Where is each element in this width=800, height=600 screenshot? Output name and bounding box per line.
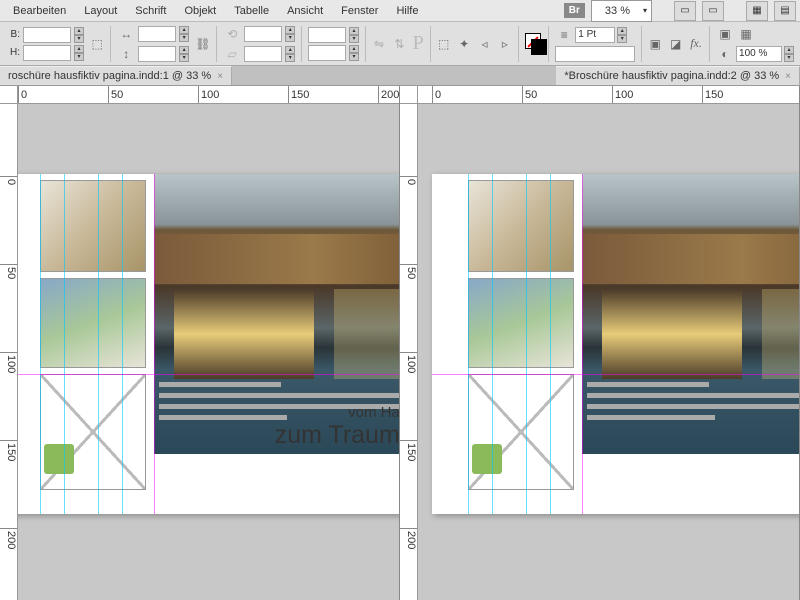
tab-doc-1[interactable]: roschüre hausfiktiv pagina.indd:1 @ 33 %… [0,66,232,85]
pane-right: 0 50 100 150 0 50 100 150 200 z [400,86,800,600]
scale-x-icon: ↔ [117,25,135,43]
tab-doc-2[interactable]: *Broschüre hausfiktiv pagina.indd:2 @ 33… [556,66,800,85]
arrange-icon[interactable]: ▦ [746,1,768,21]
wrap-icon[interactable]: ▣ [716,25,734,43]
stroke-weight-field[interactable] [575,27,615,43]
menu-layout[interactable]: Layout [75,2,126,20]
height-stepper[interactable]: ▴▾ [74,45,84,61]
canvas-left[interactable]: vom Haustraum zum Traumhaus [18,104,399,600]
zoom-select[interactable]: 33 % [591,0,652,22]
shear-field[interactable] [244,46,282,62]
control-bar: B:▴▾ H:▴▾ ⬚ ↔▴▾ ↕▴▾ ⛓ ⟲▴▾ ▱▴▾ ▴▾ ▴▾ ⇋ ⇅ … [0,22,800,66]
opacity-field[interactable] [736,46,782,62]
effects-icon[interactable]: ▣ [648,35,662,53]
eco-badge[interactable] [472,444,502,474]
link-icon[interactable]: ⛓ [195,35,210,53]
width-label: B: [6,29,20,40]
opacity-icon: ◐ [716,45,734,63]
thumbnail-2[interactable] [40,278,146,368]
guide[interactable] [18,374,399,375]
height-label: H: [6,47,20,58]
thumbnail-1[interactable] [40,180,146,272]
menu-bar: Bearbeiten Layout Schrift Objekt Tabelle… [0,0,800,22]
workspace-icon[interactable]: ▤ [774,1,796,21]
menu-tabelle[interactable]: Tabelle [225,2,278,20]
headline[interactable]: vom Haustraum zum Traumhaus [275,404,399,450]
canvas-right[interactable]: z [418,104,799,600]
rotate-field[interactable] [244,26,282,42]
eco-badge[interactable] [44,444,74,474]
stroke-style-field[interactable] [555,46,635,62]
guide[interactable] [432,374,799,375]
paragraph-icon: P [413,32,424,55]
page[interactable]: z [432,174,799,514]
screen-mode-icon[interactable]: ▭ [702,1,724,21]
scale-x-field[interactable] [138,26,176,42]
ruler-origin[interactable] [400,86,418,104]
flip-v-icon[interactable]: ⇅ [392,35,406,53]
fx-icon[interactable]: fx. [689,35,703,53]
guide[interactable] [526,174,527,514]
body-lines [587,382,799,426]
ruler-vertical[interactable]: 0 50 100 150 200 [0,104,18,600]
height-field[interactable] [23,45,71,61]
workspace: 0 50 100 150 200 250 0 50 100 150 200 vo [0,86,800,600]
guide[interactable] [98,174,99,514]
guide[interactable] [468,174,469,514]
fill-stroke-icon[interactable] [525,33,543,55]
guide[interactable] [492,174,493,514]
ruler-origin[interactable] [0,86,18,104]
document-tabs: roschüre hausfiktiv pagina.indd:1 @ 33 %… [0,66,800,86]
wrap2-icon[interactable]: ▦ [737,25,755,43]
stroke-weight-icon: ≡ [555,26,573,44]
close-icon[interactable]: × [217,71,223,82]
width-stepper[interactable]: ▴▾ [74,27,84,43]
guide[interactable] [582,174,583,514]
guide[interactable] [40,174,41,514]
view-mode-icon[interactable]: ▭ [674,1,696,21]
guide[interactable] [64,174,65,514]
select-container-icon[interactable]: ⬚ [437,35,451,53]
field-b[interactable] [308,45,346,61]
guide[interactable] [122,174,123,514]
prev-icon[interactable]: ◃ [477,35,491,53]
guide[interactable] [550,174,551,514]
ruler-horizontal[interactable]: 0 50 100 150 [418,86,799,104]
close-icon[interactable]: × [785,71,791,82]
drop-shadow-icon[interactable]: ◪ [668,35,682,53]
menu-schrift[interactable]: Schrift [126,2,175,20]
rotate-icon: ⟲ [223,25,241,43]
field-a[interactable] [308,27,346,43]
pane-left: 0 50 100 150 200 250 0 50 100 150 200 vo [0,86,400,600]
ruler-vertical[interactable]: 0 50 100 150 200 [400,104,418,600]
menu-bearbeiten[interactable]: Bearbeiten [4,2,75,20]
next-icon[interactable]: ▹ [498,35,512,53]
scale-y-field[interactable] [138,46,176,62]
menu-objekt[interactable]: Objekt [175,2,225,20]
constrain-icon[interactable]: ⬚ [90,35,104,53]
thumbnail-1[interactable] [468,180,574,272]
width-field[interactable] [23,27,71,43]
menu-ansicht[interactable]: Ansicht [278,2,332,20]
page[interactable]: vom Haustraum zum Traumhaus [18,174,399,514]
select-content-icon[interactable]: ✦ [457,35,471,53]
scale-y-icon: ↕ [117,45,135,63]
bridge-button[interactable]: Br [564,3,585,18]
flip-h-icon[interactable]: ⇋ [372,35,386,53]
shear-icon: ▱ [223,45,241,63]
width-height-group: B: ▴▾ H: ▴▾ [6,27,84,61]
thumbnail-2[interactable] [468,278,574,368]
menu-fenster[interactable]: Fenster [332,2,387,20]
menu-hilfe[interactable]: Hilfe [387,2,427,20]
guide[interactable] [154,174,155,514]
ruler-horizontal[interactable]: 0 50 100 150 200 250 [18,86,399,104]
